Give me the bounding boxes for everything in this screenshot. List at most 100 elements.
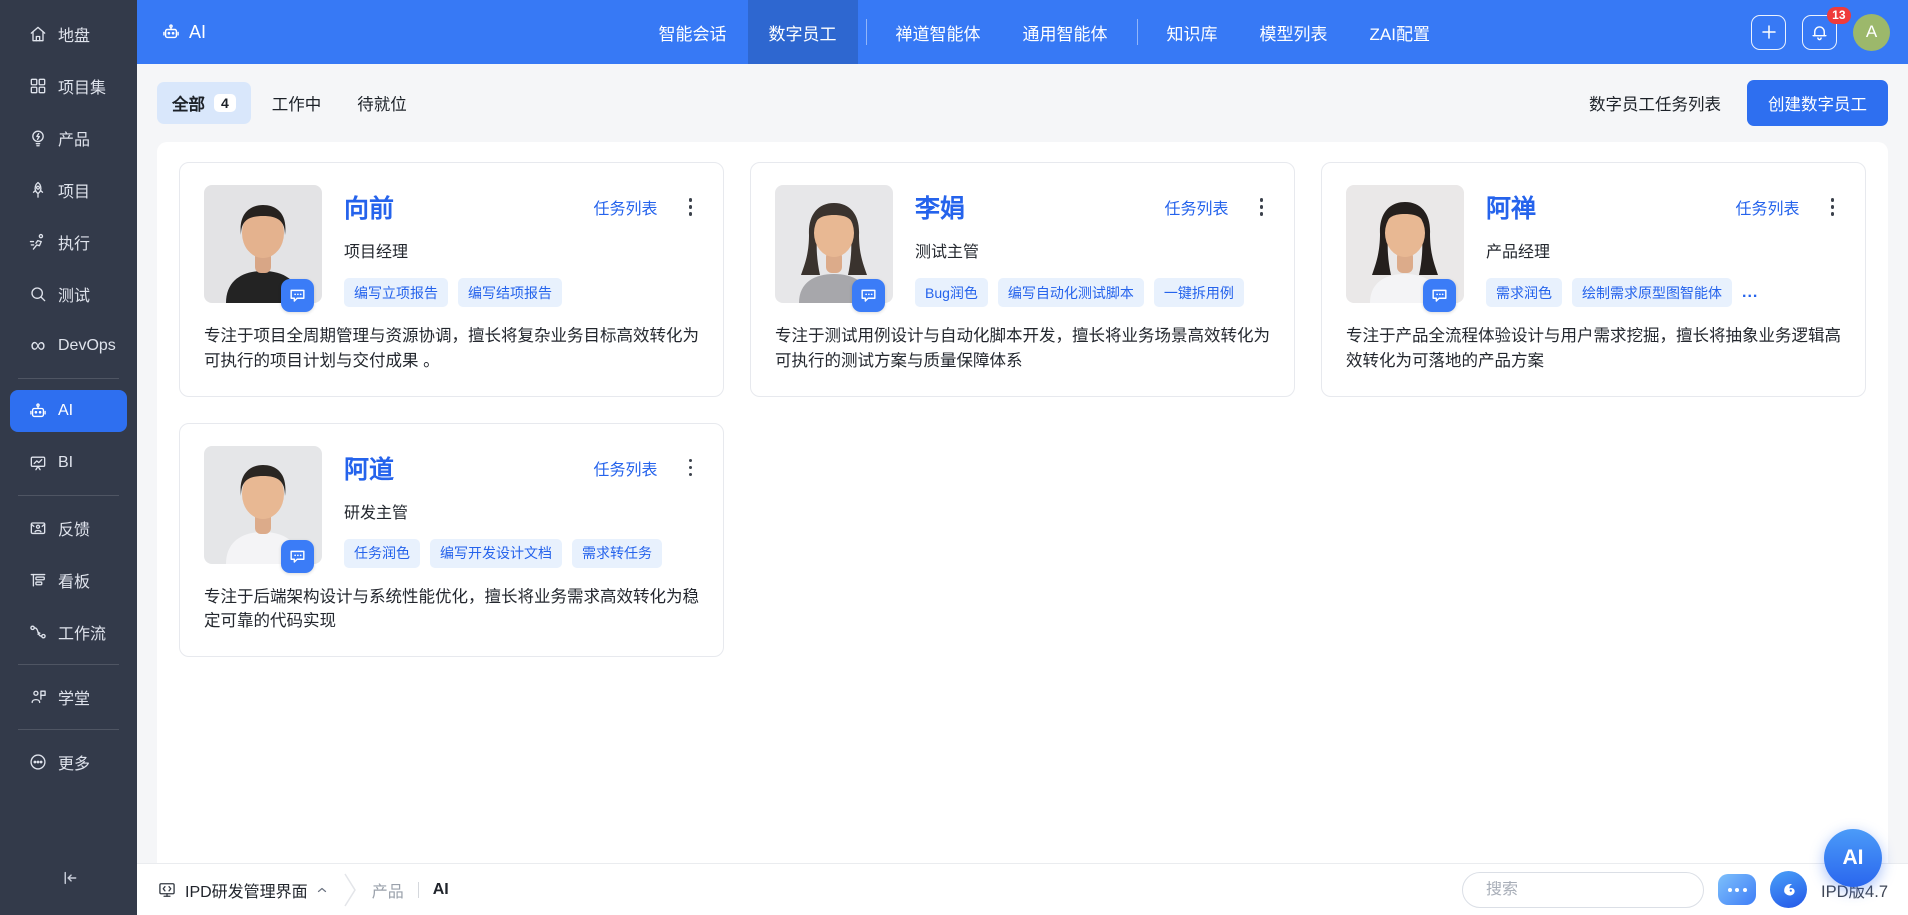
- tutoring-icon: [28, 687, 48, 707]
- employee-name[interactable]: 向前: [344, 189, 394, 225]
- chat-bubble-icon: [1430, 286, 1449, 305]
- sidebar-item-ai[interactable]: AI: [10, 390, 127, 432]
- sidebar-divider: [18, 664, 119, 665]
- employee-chat-button[interactable]: [1423, 279, 1456, 312]
- employee-task-list-link[interactable]: 数字员工任务列表: [1589, 91, 1721, 115]
- zentao-logo-icon: [1770, 871, 1807, 908]
- sidebar-item-more[interactable]: 更多: [10, 741, 127, 783]
- user-avatar[interactable]: A: [1853, 14, 1890, 51]
- sidebar-item-kanban[interactable]: 看板: [10, 559, 127, 601]
- tab-zentao-agent[interactable]: 禅道智能体: [875, 0, 1002, 64]
- ai-assistant-fab[interactable]: AI: [1824, 829, 1882, 887]
- kebab-menu-icon[interactable]: [1828, 195, 1838, 219]
- employee-name[interactable]: 阿禅: [1486, 189, 1536, 225]
- qa-icon: [28, 284, 48, 304]
- task-list-link[interactable]: 任务列表: [1164, 195, 1228, 219]
- filter-tab-all[interactable]: 全部 4: [157, 82, 251, 124]
- tab-knowledge-base[interactable]: 知识库: [1146, 0, 1239, 64]
- tab-general-agent[interactable]: 通用智能体: [1002, 0, 1129, 64]
- create-employee-button[interactable]: 创建数字员工: [1747, 80, 1888, 126]
- plus-icon: [1760, 23, 1778, 41]
- sidebar-item-home[interactable]: 地盘: [10, 13, 127, 55]
- search-input[interactable]: [1486, 881, 1693, 899]
- topbar: AI 智能会话 数字员工 禅道智能体 通用智能体 知识库 模型列表 ZAI配置 …: [137, 0, 1908, 64]
- sidebar-collapse-button[interactable]: [45, 860, 93, 901]
- employee-chat-button[interactable]: [281, 540, 314, 573]
- chat-bubble-icon: [288, 286, 307, 305]
- skill-tag[interactable]: 需求润色: [1486, 278, 1562, 307]
- breadcrumb-product[interactable]: 产品: [372, 878, 404, 902]
- employee-card: 阿道 任务列表 研发主管 任务润色 编写开发设计文档 需求转任务 专注于后端架构…: [179, 423, 724, 658]
- skill-tag[interactable]: 任务润色: [344, 539, 420, 568]
- employee-panel: 向前 任务列表 项目经理 编写立项报告 编写结项报告 专注于项目全周期管理与资源…: [157, 142, 1888, 863]
- employee-card: 阿禅 任务列表 产品经理 需求润色 绘制需求原型图智能体 ... 专注于产品全流…: [1321, 162, 1866, 397]
- bell-icon: [1810, 23, 1829, 42]
- employee-description: 专注于项目全周期管理与资源协调，擅长将复杂业务目标高效转化为可执行的项目计划与交…: [204, 324, 699, 374]
- notifications-button[interactable]: 13: [1802, 15, 1837, 50]
- employee-description: 专注于测试用例设计与自动化脚本开发，擅长将业务场景高效转化为可执行的测试方案与质…: [775, 324, 1270, 374]
- app-brand: AI: [161, 22, 206, 43]
- employee-role: 测试主管: [915, 238, 1270, 262]
- skill-tag[interactable]: 绘制需求原型图智能体: [1572, 278, 1732, 307]
- tab-smart-chat[interactable]: 智能会话: [638, 0, 748, 64]
- task-list-link[interactable]: 任务列表: [593, 456, 657, 480]
- feedback-chat-icon[interactable]: [1718, 874, 1756, 905]
- footer-right: IPD版4.7: [1462, 871, 1888, 908]
- skill-tag[interactable]: 编写开发设计文档: [430, 539, 562, 568]
- sidebar-item-qa[interactable]: 测试: [10, 273, 127, 315]
- nav-divider: [866, 19, 867, 45]
- sidebar-item-tutoring[interactable]: 学堂: [10, 676, 127, 718]
- task-list-link[interactable]: 任务列表: [593, 195, 657, 219]
- sidebar-item-devops[interactable]: ∞ DevOps: [10, 325, 127, 367]
- bi-icon: [28, 453, 48, 473]
- kebab-menu-icon[interactable]: [1257, 195, 1267, 219]
- employee-name[interactable]: 阿道: [344, 450, 394, 486]
- skill-tag[interactable]: 编写立项报告: [344, 278, 448, 307]
- sidebar-item-bi[interactable]: BI: [10, 442, 127, 484]
- employee-role: 研发主管: [344, 499, 699, 523]
- kebab-menu-icon[interactable]: [686, 195, 696, 219]
- filter-tab-working[interactable]: 工作中: [257, 82, 337, 124]
- ai-robot-icon: [28, 401, 48, 421]
- breadcrumb-current-ai[interactable]: AI: [433, 881, 449, 899]
- sidebar-item-feedback[interactable]: 反馈: [10, 507, 127, 549]
- employee-role: 项目经理: [344, 238, 699, 262]
- employee-description: 专注于产品全流程体验设计与用户需求挖掘，擅长将抽象业务逻辑高效转化为可落地的产品…: [1346, 324, 1841, 374]
- execution-icon: [28, 232, 48, 252]
- skill-tag[interactable]: 需求转任务: [572, 539, 662, 568]
- sidebar-item-program[interactable]: 项目集: [10, 65, 127, 107]
- sidebar-divider: [18, 495, 119, 496]
- filter-actions: 数字员工任务列表 创建数字员工: [1589, 80, 1888, 126]
- kanban-icon: [28, 570, 48, 590]
- task-list-link[interactable]: 任务列表: [1735, 195, 1799, 219]
- more-tags-indicator[interactable]: ...: [1742, 284, 1758, 302]
- employee-card: 向前 任务列表 项目经理 编写立项报告 编写结项报告 专注于项目全周期管理与资源…: [179, 162, 724, 397]
- nav-divider: [1137, 19, 1138, 45]
- add-button[interactable]: [1751, 15, 1786, 50]
- tab-zai-config[interactable]: ZAI配置: [1349, 0, 1451, 64]
- employee-chat-button[interactable]: [852, 279, 885, 312]
- sidebar-item-execution[interactable]: 执行: [10, 221, 127, 263]
- filter-bar: 全部 4 工作中 待就位 数字员工任务列表 创建数字员工: [137, 64, 1908, 142]
- sidebar-item-product[interactable]: 产品: [10, 117, 127, 159]
- workspace-switcher[interactable]: IPD研发管理界面: [157, 878, 328, 902]
- skill-tag[interactable]: Bug润色: [915, 278, 988, 307]
- skill-tag[interactable]: 编写结项报告: [458, 278, 562, 307]
- kebab-menu-icon[interactable]: [686, 456, 696, 480]
- topbar-actions: 13 A: [1751, 14, 1890, 51]
- employee-card: 李娟 任务列表 测试主管 Bug润色 编写自动化测试脚本 一键拆用例 专注于测试…: [750, 162, 1295, 397]
- tab-digital-employee[interactable]: 数字员工: [748, 0, 858, 64]
- tab-model-list[interactable]: 模型列表: [1239, 0, 1349, 64]
- sidebar-item-workflow[interactable]: 工作流: [10, 611, 127, 653]
- sidebar-item-project[interactable]: 项目: [10, 169, 127, 211]
- sidebar-divider: [18, 378, 119, 379]
- employee-chat-button[interactable]: [281, 279, 314, 312]
- top-navigation: 智能会话 数字员工 禅道智能体 通用智能体 知识库 模型列表 ZAI配置: [638, 0, 1451, 64]
- employee-photo: [1346, 185, 1464, 303]
- skill-tag[interactable]: 一键拆用例: [1154, 278, 1244, 307]
- sidebar: 地盘 项目集 产品 项目 执行 测试 ∞ DevOps AI BI 反馈 看板: [0, 0, 137, 915]
- chevron-up-icon: [316, 884, 328, 896]
- filter-tab-standby[interactable]: 待就位: [342, 82, 422, 124]
- skill-tag[interactable]: 编写自动化测试脚本: [998, 278, 1144, 307]
- employee-name[interactable]: 李娟: [915, 189, 965, 225]
